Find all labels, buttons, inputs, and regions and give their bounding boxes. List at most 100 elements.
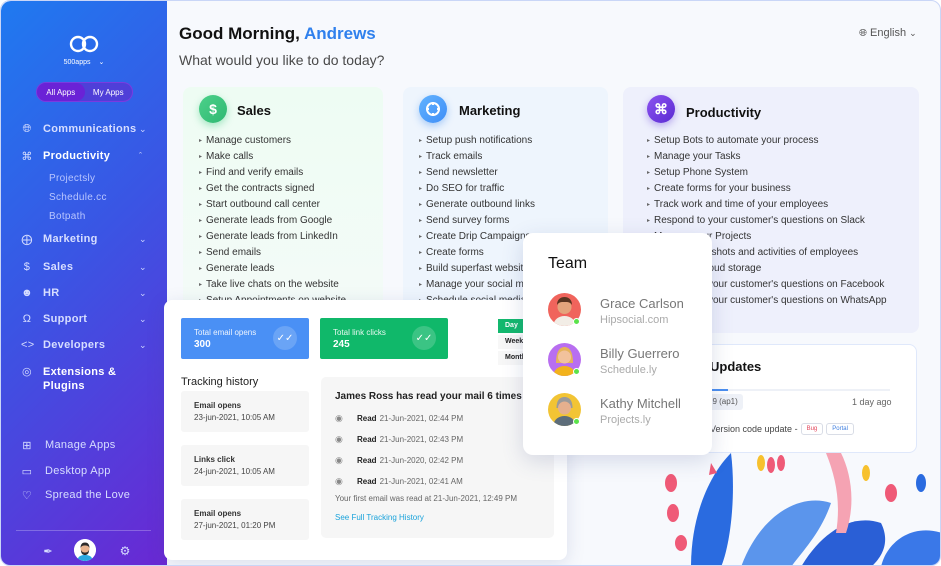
stat-total-email-opens: Total email opens 300 ✓✓ — [181, 318, 309, 359]
sidebar-item-extensions[interactable]: ◎ Extensions & Plugins — [1, 363, 167, 397]
sidebar-divider — [16, 530, 151, 531]
apps-toggle: All Apps My Apps — [36, 82, 133, 102]
sidebar-item-label: Communications — [43, 123, 137, 135]
history-type: Email opens — [194, 401, 242, 410]
sidebar-item-spread-love[interactable]: ♡ Spread the Love — [1, 485, 167, 505]
category-item[interactable]: Generate outbound links — [419, 197, 543, 213]
chevron-down-icon: ⌄ — [139, 123, 147, 134]
history-item[interactable]: Links click 24-jun-2021, 10:05 AM — [181, 445, 309, 486]
brand-name: 500apps — [63, 59, 91, 66]
online-status-dot — [573, 418, 580, 425]
category-item[interactable]: Track emails — [419, 149, 543, 165]
sidebar-item-marketing[interactable]: ⨁ Marketing ⌄ — [1, 229, 167, 249]
sidebar-item-label: Support — [43, 313, 88, 325]
category-item[interactable]: Take live chats on the website — [199, 277, 346, 293]
my-apps-tab[interactable]: My Apps — [85, 83, 133, 101]
sidebar-item-desktop-app[interactable]: ▭ Desktop App — [1, 461, 167, 481]
dollar-icon: $ — [199, 95, 227, 123]
team-member[interactable]: Kathy Mitchell Projects.ly — [548, 393, 708, 429]
read-label: Read — [357, 476, 377, 486]
sidebar-item-support[interactable]: Ω Support ⌄ — [1, 309, 167, 329]
category-item[interactable]: Generate leads — [199, 261, 346, 277]
sidebar-item-manage-apps[interactable]: ⊞ Manage Apps — [1, 435, 167, 455]
code-icon: <> — [21, 339, 35, 351]
floral-illustration — [665, 453, 940, 565]
category-item[interactable]: Setup push notifications — [419, 133, 543, 149]
category-item[interactable]: Generate leads from LinkedIn — [199, 229, 346, 245]
category-item[interactable]: Find and verify emails — [199, 165, 346, 181]
team-member[interactable]: Grace Carlson Hipsocial.com — [548, 293, 708, 329]
history-time: 24-jun-2021, 10:05 AM — [194, 467, 275, 476]
history-item[interactable]: Email opens 27-jun-2021, 01:20 PM — [181, 499, 309, 540]
stat-value: 245 — [333, 339, 350, 350]
sidebar-item-productivity[interactable]: ⌘ Productivity ˆ — [1, 146, 167, 166]
sidebar-subitem-projectsly[interactable]: Projectsly — [49, 173, 95, 184]
sidebar-item-label: Sales — [43, 261, 74, 273]
read-row: ◉ Read 21-Jun-2021, 02:43 PM — [335, 432, 463, 446]
avatar-illustration — [74, 539, 96, 561]
user-icon: ☻ — [21, 287, 33, 299]
category-item[interactable]: Make calls — [199, 149, 346, 165]
category-item[interactable]: Send emails — [199, 245, 346, 261]
update-time: 1 day ago — [852, 397, 892, 407]
category-item[interactable]: Generate leads from Google — [199, 213, 346, 229]
sidebar-item-label: Manage Apps — [45, 439, 116, 451]
sidebar-item-sales[interactable]: $ Sales ⌄ — [1, 257, 167, 277]
brand-switcher[interactable]: 500apps ⌄ — [1, 58, 167, 66]
category-item[interactable]: Create forms for your business — [647, 181, 887, 197]
category-item[interactable]: Send survey forms — [419, 213, 543, 229]
read-time: 21-Jun-2020, 02:42 PM — [379, 455, 464, 465]
category-item[interactable]: Start outbound call center — [199, 197, 346, 213]
update-description: Version code update - Bug Portal — [710, 423, 854, 435]
sidebar-item-communications[interactable]: 🌐︎ Communications ⌄ — [1, 119, 167, 139]
feather-icon[interactable]: ✒ — [41, 540, 55, 562]
history-item[interactable]: Email opens 23-jun-2021, 10:05 AM — [181, 391, 309, 432]
category-item[interactable]: Setup Phone System — [647, 165, 887, 181]
sidebar-item-developers[interactable]: <> Developers ⌄ — [1, 335, 167, 355]
see-full-history-link[interactable]: See Full Tracking History — [335, 513, 424, 522]
read-time: 21-Jun-2021, 02:43 PM — [379, 434, 464, 444]
stat-total-link-clicks: Total link clicks 245 ✓✓ — [320, 318, 448, 359]
team-card: Team Grace Carlson Hipsocial.com Billy G… — [523, 233, 712, 455]
sidebar-subitem-schedule[interactable]: Schedule.cc — [49, 192, 107, 203]
sidebar-item-label: Marketing — [43, 233, 98, 245]
500apps-logo-icon — [69, 35, 99, 53]
stat-label: Total email opens — [194, 328, 257, 337]
all-apps-tab[interactable]: All Apps — [37, 83, 85, 101]
language-label: English — [870, 27, 907, 39]
sidebar-subitem-botpath[interactable]: Botpath — [49, 211, 86, 222]
heart-icon: ♡ — [21, 489, 33, 502]
read-time: 21-Jun-2021, 02:44 PM — [379, 413, 464, 423]
category-item[interactable]: Send newsletter — [419, 165, 543, 181]
command-icon: ⌘ — [21, 150, 33, 163]
team-member[interactable]: Billy Guerrero Schedule.ly — [548, 343, 708, 379]
portal-label: Portal — [826, 423, 854, 435]
bug-label: Bug — [800, 423, 824, 435]
category-item[interactable]: Track work and time of your employees — [647, 197, 887, 213]
sidebar-item-hr[interactable]: ☻ HR ⌄ — [1, 283, 167, 303]
read-time: 21-Jun-2021, 02:41 AM — [379, 476, 463, 486]
read-label: Read — [357, 413, 377, 423]
history-type: Email opens — [194, 509, 242, 518]
email-tracking-card: Total email opens 300 ✓✓ Total link clic… — [164, 300, 567, 560]
language-selector[interactable]: 🌐︎ English ⌄ — [859, 27, 917, 39]
read-label: Read — [357, 434, 377, 444]
category-item[interactable]: Manage customers — [199, 133, 346, 149]
category-item[interactable]: Do SEO for traffic — [419, 181, 543, 197]
grid-icon: ⊞ — [22, 439, 32, 452]
settings-icon[interactable]: ⚙︎ — [118, 540, 132, 562]
member-name: Billy Guerrero — [600, 346, 680, 361]
greeting-subtitle: What would you like to do today? — [179, 52, 385, 68]
history-time: 23-jun-2021, 10:05 AM — [194, 413, 275, 422]
user-avatar[interactable] — [74, 539, 96, 561]
read-row: ◉ Read 21-Jun-2020, 02:42 PM — [335, 453, 463, 467]
category-item[interactable]: Manage your Tasks — [647, 149, 887, 165]
read-receipts-panel: James Ross has read your mail 6 times ◉ … — [321, 377, 554, 538]
category-item[interactable]: Get the contracts signed — [199, 181, 346, 197]
category-item[interactable]: Setup Bots to automate your process — [647, 133, 887, 149]
user-name: Andrews — [303, 24, 376, 43]
member-name: Grace Carlson — [600, 296, 684, 311]
chevron-down-icon: ⌄ — [139, 261, 147, 272]
update-text: Version code update - — [710, 424, 798, 434]
category-item[interactable]: Respond to your customer's questions on … — [647, 213, 887, 229]
